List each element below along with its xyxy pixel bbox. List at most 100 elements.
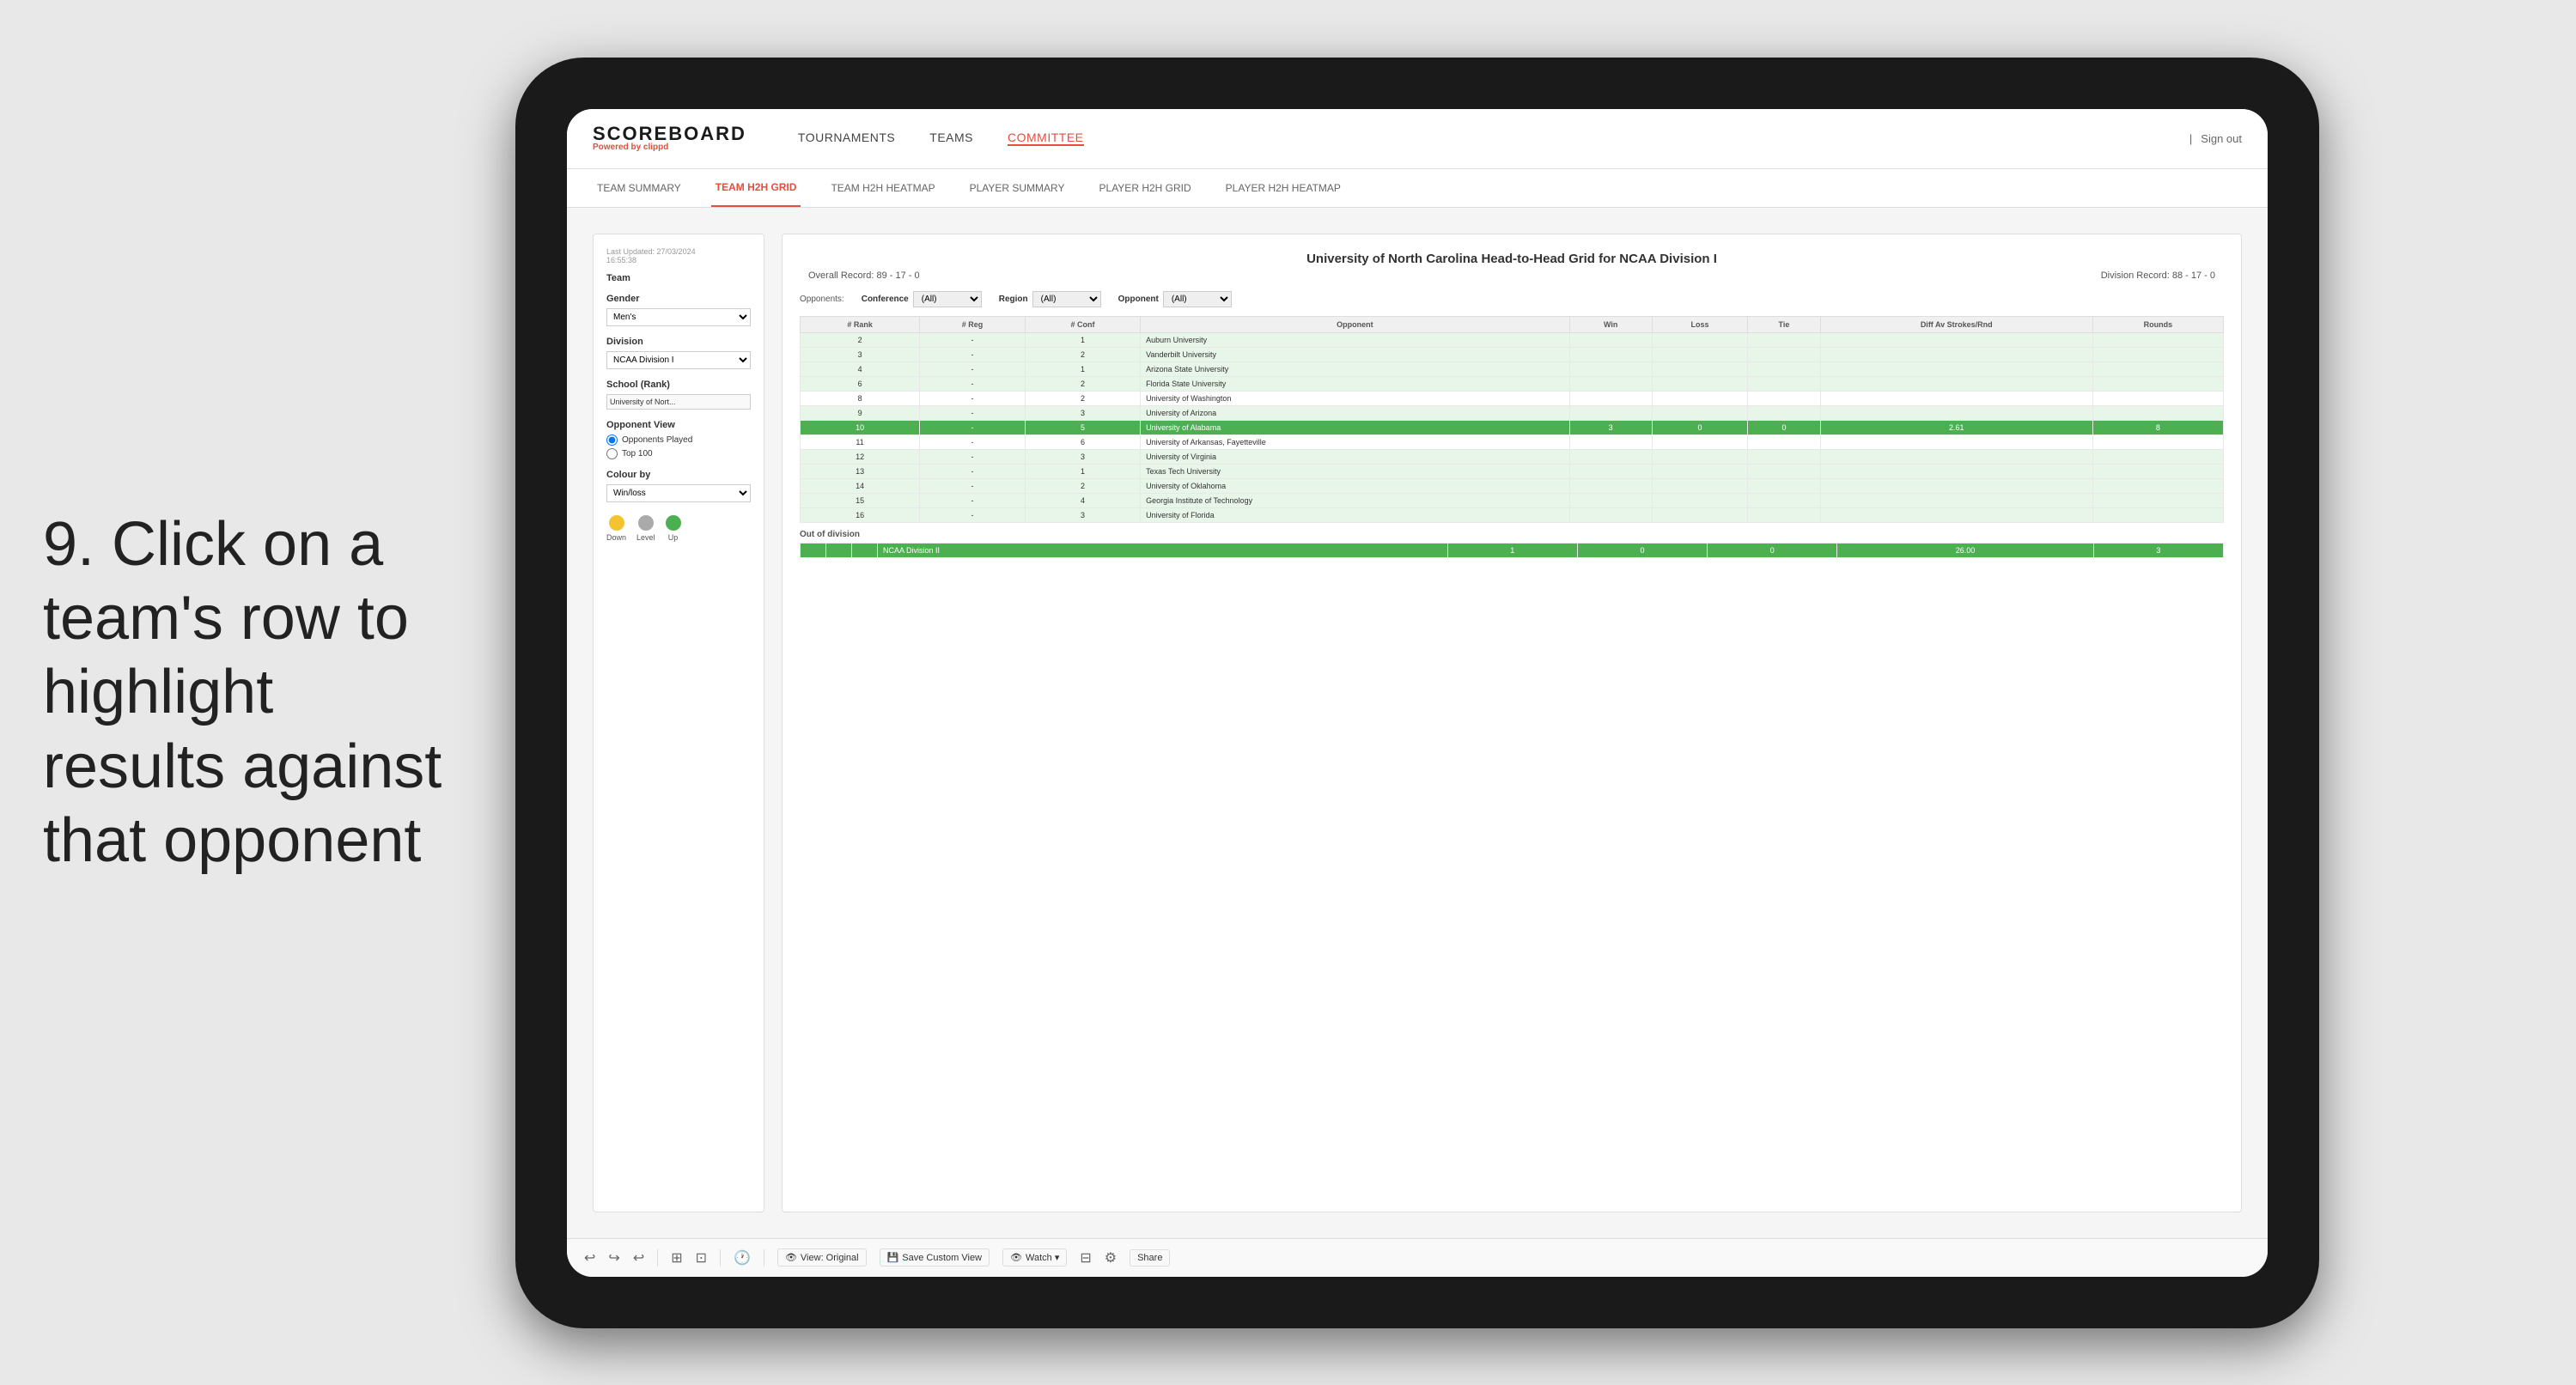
conference-select[interactable]: (All) bbox=[913, 291, 982, 307]
cell-tie bbox=[1748, 332, 1821, 347]
sub-nav-team-h2h-heatmap[interactable]: TEAM H2H HEATMAP bbox=[826, 169, 939, 207]
opponent-select[interactable]: (All) bbox=[1163, 291, 1232, 307]
cell-empty3 bbox=[852, 543, 878, 557]
refresh-button[interactable]: ↩ bbox=[633, 1249, 644, 1267]
table-row[interactable]: 8 - 2 University of Washington bbox=[801, 391, 2224, 405]
nav-teams[interactable]: TEAMS bbox=[929, 131, 973, 146]
cell-reg: - bbox=[920, 478, 1026, 493]
cell-diff bbox=[1820, 478, 2092, 493]
nav-committee[interactable]: COMMITTEE bbox=[1008, 131, 1084, 146]
sub-nav: TEAM SUMMARY TEAM H2H GRID TEAM H2H HEAT… bbox=[567, 169, 2268, 208]
sidebar-school-display[interactable]: University of Nort... bbox=[606, 394, 751, 410]
region-select[interactable]: (All) bbox=[1032, 291, 1101, 307]
radio-top-100[interactable]: Top 100 bbox=[606, 448, 751, 459]
table-row[interactable]: 2 - 1 Auburn University bbox=[801, 332, 2224, 347]
conference-filter: Conference (All) bbox=[862, 291, 982, 307]
table-row[interactable]: 9 - 3 University of Arizona bbox=[801, 405, 2224, 420]
table-row[interactable]: 3 - 2 Vanderbilt University bbox=[801, 347, 2224, 361]
presentation-button[interactable]: ⊟ bbox=[1080, 1249, 1091, 1267]
cell-conf: 3 bbox=[1025, 449, 1140, 464]
watch-button[interactable]: 👁 Watch ▾ bbox=[1002, 1248, 1067, 1267]
cell-rounds bbox=[2092, 391, 2223, 405]
table-row[interactable]: 4 - 1 Arizona State University bbox=[801, 361, 2224, 376]
cell-rank: 9 bbox=[801, 405, 920, 420]
cell-conf: 1 bbox=[1025, 464, 1140, 478]
table-row[interactable]: 6 - 2 Florida State University bbox=[801, 376, 2224, 391]
cell-tie bbox=[1748, 361, 1821, 376]
cell-diff bbox=[1820, 376, 2092, 391]
sidebar-division-select[interactable]: NCAA Division I bbox=[606, 351, 751, 369]
cell-tie bbox=[1748, 391, 1821, 405]
share-button[interactable]: Share bbox=[1130, 1249, 1170, 1267]
cell-diff bbox=[1820, 449, 2092, 464]
cell-reg: - bbox=[920, 464, 1026, 478]
legend-items: Down Level Up bbox=[606, 515, 751, 542]
table-row[interactable]: 13 - 1 Texas Tech University bbox=[801, 464, 2224, 478]
redo-button[interactable]: ↪ bbox=[608, 1249, 619, 1267]
paste-button[interactable]: ⊡ bbox=[696, 1249, 707, 1267]
sub-nav-team-h2h-grid[interactable]: TEAM H2H GRID bbox=[711, 169, 801, 207]
cell-rank: 15 bbox=[801, 493, 920, 507]
overall-record: Overall Record: 89 - 17 - 0 bbox=[808, 270, 920, 281]
radio-opponents-played[interactable]: Opponents Played bbox=[606, 434, 751, 446]
cell-reg: - bbox=[920, 405, 1026, 420]
cell-conf: 2 bbox=[1025, 347, 1140, 361]
cell-opponent: Florida State University bbox=[1141, 376, 1569, 391]
cell-conf: 2 bbox=[1025, 478, 1140, 493]
instruction-text: 9. Click on a team's row to highlight re… bbox=[43, 507, 455, 878]
cell-opponent: University of Washington bbox=[1141, 391, 1569, 405]
sidebar-timestamp: Last Updated: 27/03/2024 16:55:38 bbox=[606, 247, 751, 264]
table-row[interactable]: 11 - 6 University of Arkansas, Fayettevi… bbox=[801, 434, 2224, 449]
undo-button[interactable]: ↩ bbox=[584, 1249, 595, 1267]
cell-rank: 4 bbox=[801, 361, 920, 376]
cell-reg: - bbox=[920, 434, 1026, 449]
sidebar-gender-select[interactable]: Men's bbox=[606, 308, 751, 326]
cell-diff bbox=[1820, 391, 2092, 405]
cell-diff bbox=[1820, 361, 2092, 376]
cell-loss bbox=[1652, 449, 1747, 464]
cell-rank: 14 bbox=[801, 478, 920, 493]
nav-tournaments[interactable]: TOURNAMENTS bbox=[798, 131, 895, 146]
sub-nav-player-h2h-heatmap[interactable]: PLAYER H2H HEATMAP bbox=[1221, 169, 1345, 207]
out-of-division-row[interactable]: NCAA Division II 1 0 0 26.00 3 bbox=[801, 543, 2224, 557]
view-original-label: View: Original bbox=[801, 1253, 859, 1263]
legend-level: Level bbox=[636, 515, 655, 542]
cell-loss bbox=[1652, 391, 1747, 405]
cell-reg: - bbox=[920, 376, 1026, 391]
cell-division-label: NCAA Division II bbox=[878, 543, 1448, 557]
cell-win bbox=[1569, 493, 1652, 507]
sign-out-link[interactable]: Sign out bbox=[2201, 132, 2242, 145]
opponent-label: Opponent bbox=[1118, 295, 1159, 304]
table-row-selected[interactable]: 10 - 5 University of Alabama 3 0 0 2.61 … bbox=[801, 420, 2224, 434]
settings-button[interactable]: ⚙ bbox=[1105, 1249, 1117, 1267]
legend-up-circle bbox=[666, 515, 681, 531]
sub-nav-player-h2h-grid[interactable]: PLAYER H2H GRID bbox=[1095, 169, 1196, 207]
table-row[interactable]: 16 - 3 University of Florida bbox=[801, 507, 2224, 522]
view-original-button[interactable]: 👁 View: Original bbox=[777, 1248, 867, 1267]
main-content: Last Updated: 27/03/2024 16:55:38 Team G… bbox=[567, 208, 2268, 1238]
cell-opponent: Georgia Institute of Technology bbox=[1141, 493, 1569, 507]
save-custom-button[interactable]: 💾 Save Custom View bbox=[880, 1248, 990, 1267]
cell-win bbox=[1569, 464, 1652, 478]
table-row[interactable]: 14 - 2 University of Oklahoma bbox=[801, 478, 2224, 493]
conference-label: Conference bbox=[862, 295, 909, 304]
division-record: Division Record: 88 - 17 - 0 bbox=[2101, 270, 2215, 281]
grid-panel: University of North Carolina Head-to-Hea… bbox=[782, 234, 2242, 1212]
colour-by-select[interactable]: Win/loss bbox=[606, 484, 751, 502]
legend-up-label: Up bbox=[668, 533, 679, 542]
cell-reg: - bbox=[920, 449, 1026, 464]
copy-button[interactable]: ⊞ bbox=[671, 1249, 682, 1267]
cell-win bbox=[1569, 391, 1652, 405]
tablet-frame: SCOREBOARD Powered by clippd TOURNAMENTS… bbox=[515, 58, 2319, 1328]
clock-button[interactable]: 🕐 bbox=[734, 1249, 751, 1267]
cell-loss: 0 bbox=[1652, 420, 1747, 434]
tablet-screen: SCOREBOARD Powered by clippd TOURNAMENTS… bbox=[567, 109, 2268, 1277]
cell-win bbox=[1569, 405, 1652, 420]
table-row[interactable]: 12 - 3 University of Virginia bbox=[801, 449, 2224, 464]
sub-nav-team-summary[interactable]: TEAM SUMMARY bbox=[593, 169, 685, 207]
opponents-label: Opponents: bbox=[800, 295, 844, 304]
table-row[interactable]: 15 - 4 Georgia Institute of Technology bbox=[801, 493, 2224, 507]
cell-win bbox=[1569, 332, 1652, 347]
sub-nav-player-summary[interactable]: PLAYER SUMMARY bbox=[965, 169, 1069, 207]
cell-win bbox=[1569, 449, 1652, 464]
